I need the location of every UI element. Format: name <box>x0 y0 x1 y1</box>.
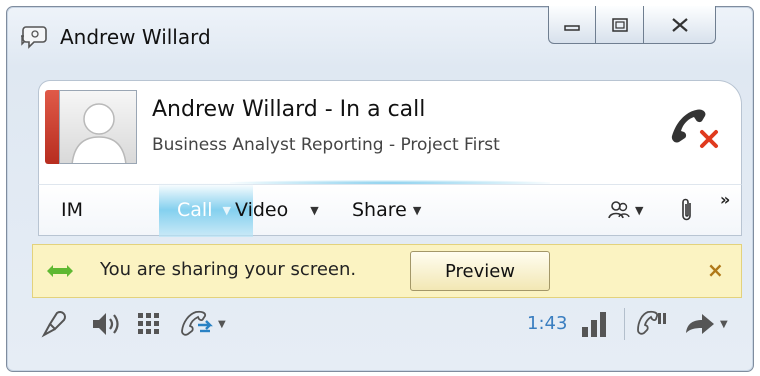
call-label: Call <box>177 199 213 221</box>
window-controls <box>548 6 746 44</box>
signal-bars-icon <box>582 312 606 337</box>
controls-divider <box>624 308 625 340</box>
avatar[interactable] <box>59 90 137 164</box>
transfer-call-icon <box>181 310 213 336</box>
conversation-icon <box>21 26 47 49</box>
microphone-icon <box>41 311 66 338</box>
end-call-icon[interactable] <box>666 106 722 152</box>
close-icon <box>671 17 688 32</box>
video-button[interactable]: Video ▼ <box>235 185 319 235</box>
more-options-button[interactable]: » <box>720 190 730 209</box>
forward-call-button[interactable]: ▼ <box>684 306 728 342</box>
preview-button[interactable]: Preview <box>410 251 550 291</box>
participants-dropdown-icon[interactable]: ▼ <box>635 204 643 217</box>
call-controls-dropdown-icon[interactable]: ▼ <box>218 319 226 330</box>
close-banner-button[interactable]: × <box>707 258 724 282</box>
im-button[interactable]: IM <box>61 185 83 235</box>
sharing-message: You are sharing your screen. <box>100 259 357 280</box>
conversation-toolbar: IM Call ▼ Video ▼ Share ▼ ▼ <box>38 183 742 237</box>
dialpad-icon <box>138 313 159 334</box>
forward-dropdown-icon[interactable]: ▼ <box>720 319 728 330</box>
speaker-icon <box>93 313 119 335</box>
contact-subtitle: Business Analyst Reporting - Project Fir… <box>152 135 500 155</box>
speaker-button[interactable] <box>90 306 124 342</box>
share-button[interactable]: Share ▼ <box>352 185 421 235</box>
default-avatar-icon <box>71 103 127 163</box>
dialpad-button[interactable] <box>136 306 162 342</box>
contact-name-status: Andrew Willard - In a call <box>152 97 426 122</box>
contact-card <box>38 80 742 184</box>
window-title: Andrew Willard <box>60 25 211 49</box>
attach-button[interactable] <box>679 185 695 235</box>
close-window-button[interactable] <box>644 6 716 44</box>
forward-arrow-icon <box>686 314 714 334</box>
call-dropdown-icon[interactable]: ▼ <box>222 204 230 217</box>
hold-call-icon <box>637 310 666 335</box>
maximize-icon <box>611 17 628 32</box>
call-controls-button[interactable]: ▼ <box>180 306 226 342</box>
minimize-icon <box>564 24 580 31</box>
im-label: IM <box>61 199 83 221</box>
video-label: Video <box>235 199 289 221</box>
share-label: Share <box>352 199 407 221</box>
paperclip-icon <box>682 198 691 221</box>
maximize-button[interactable] <box>596 6 644 44</box>
call-timer: 1:43 <box>527 313 568 334</box>
share-dropdown-icon[interactable]: ▼ <box>413 204 421 217</box>
presence-indicator <box>45 90 59 164</box>
hold-button[interactable] <box>636 306 668 342</box>
video-dropdown-icon[interactable]: ▼ <box>310 204 318 217</box>
mute-button[interactable] <box>40 306 70 342</box>
participants-button[interactable]: ▼ <box>607 185 643 235</box>
call-quality-indicator[interactable] <box>580 306 610 342</box>
minimize-button[interactable] <box>548 6 596 44</box>
sharing-arrows-icon <box>47 265 73 277</box>
participants-icon <box>608 201 630 219</box>
